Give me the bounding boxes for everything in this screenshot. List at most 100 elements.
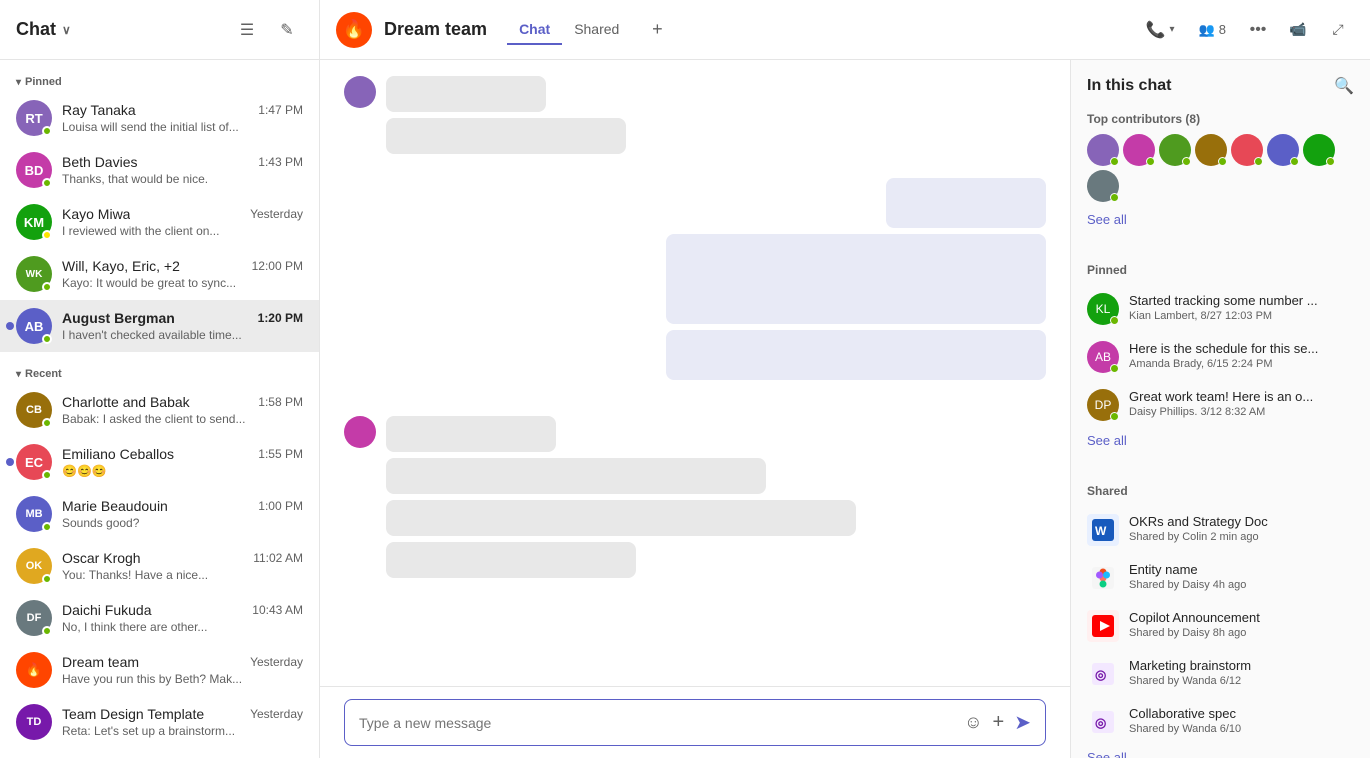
see-all-contributors-link[interactable]: See all bbox=[1087, 208, 1354, 231]
chat-time: 1:58 PM bbox=[258, 395, 303, 409]
see-all-shared-link[interactable]: See all bbox=[1087, 746, 1354, 758]
message-row bbox=[344, 76, 1046, 154]
see-all-pinned-link[interactable]: See all bbox=[1087, 429, 1354, 452]
pinned-title: Started tracking some number ... bbox=[1129, 293, 1354, 308]
chat-preview: Babak: I asked the client to send... bbox=[62, 412, 303, 426]
chat-preview: I reviewed with the client on... bbox=[62, 224, 303, 238]
avatar: DP bbox=[1087, 389, 1119, 421]
tab-chat[interactable]: Chat bbox=[507, 15, 562, 45]
send-button[interactable]: ➤ bbox=[1014, 710, 1031, 735]
shared-section-label: Shared bbox=[1087, 484, 1354, 498]
chat-time: 1:55 PM bbox=[258, 447, 303, 461]
pinned-info: Started tracking some number ... Kian La… bbox=[1129, 293, 1354, 322]
chat-preview: Have you run this by Beth? Mak... bbox=[62, 672, 303, 686]
list-item[interactable]: BD Beth Davies 1:43 PM Thanks, that woul… bbox=[0, 144, 319, 196]
message-bubble bbox=[666, 234, 1046, 324]
right-panel-title: In this chat bbox=[1087, 77, 1171, 95]
chat-messages-area: ☺ + ➤ bbox=[320, 60, 1070, 758]
status-dot bbox=[1182, 157, 1191, 166]
chat-time: Yesterday bbox=[250, 207, 303, 221]
people-icon: 👥 bbox=[1199, 22, 1215, 38]
message-bubble bbox=[386, 500, 856, 536]
avatar: MB bbox=[16, 496, 52, 532]
pinned-item[interactable]: AB Here is the schedule for this se... A… bbox=[1087, 333, 1354, 381]
contributor-avatar bbox=[1231, 134, 1263, 166]
list-item[interactable]: OK Oscar Krogh 11:02 AM You: Thanks! Hav… bbox=[0, 540, 319, 592]
shared-item[interactable]: Copilot Announcement Shared by Daisy 8h … bbox=[1087, 602, 1354, 650]
group-avatar: 🔥 bbox=[336, 12, 372, 48]
message-input[interactable] bbox=[359, 715, 954, 731]
popout-icon[interactable]: ⤢ bbox=[1322, 14, 1354, 46]
new-chat-icon[interactable]: ✎ bbox=[271, 14, 303, 46]
phone-icon: 📞 bbox=[1146, 20, 1166, 40]
tab-shared[interactable]: Shared bbox=[562, 15, 631, 45]
pinned-item[interactable]: KL Started tracking some number ... Kian… bbox=[1087, 285, 1354, 333]
status-dot bbox=[1110, 316, 1119, 325]
search-icon[interactable]: 🔍 bbox=[1334, 76, 1354, 96]
list-item[interactable]: TD Team Design Template Yesterday Reta: … bbox=[0, 696, 319, 748]
contributor-avatar bbox=[1087, 170, 1119, 202]
avatar: RT bbox=[16, 100, 52, 136]
shared-file-meta: Shared by Wanda 6/12 bbox=[1129, 675, 1354, 687]
list-item[interactable]: AB August Bergman 1:20 PM I haven't chec… bbox=[0, 300, 319, 352]
list-item[interactable]: 🔥 Dream team Yesterday Have you run this… bbox=[0, 644, 319, 696]
chat-time: 1:43 PM bbox=[258, 155, 303, 169]
shared-file-meta: Shared by Wanda 6/10 bbox=[1129, 723, 1354, 735]
status-dot bbox=[42, 282, 52, 292]
chat-info: Charlotte and Babak 1:58 PM Babak: I ask… bbox=[62, 394, 303, 426]
shared-file-info: Collaborative spec Shared by Wanda 6/10 bbox=[1129, 706, 1354, 735]
shared-item[interactable]: W OKRs and Strategy Doc Shared by Colin … bbox=[1087, 506, 1354, 554]
list-item[interactable]: RT Ray Tanaka 1:47 PM Louisa will send t… bbox=[0, 92, 319, 144]
chat-time: 12:00 PM bbox=[252, 259, 303, 273]
emoji-button[interactable]: ☺ bbox=[964, 712, 982, 733]
chat-name: Team Design Template bbox=[62, 706, 204, 722]
shared-file-title: Copilot Announcement bbox=[1129, 610, 1354, 625]
avatar: KL bbox=[1087, 293, 1119, 325]
avatar: WK bbox=[16, 256, 52, 292]
chat-time: 1:00 PM bbox=[258, 499, 303, 513]
list-item[interactable]: EC Emiliano Ceballos 1:55 PM 😊😊😊 bbox=[0, 436, 319, 488]
chat-name: Daichi Fukuda bbox=[62, 602, 152, 618]
more-options-button[interactable]: ••• bbox=[1242, 14, 1274, 46]
contributor-avatar bbox=[1123, 134, 1155, 166]
status-dot bbox=[42, 574, 52, 584]
status-dot bbox=[1146, 157, 1155, 166]
status-dot bbox=[1326, 157, 1335, 166]
meeting-icon[interactable]: 📹 bbox=[1282, 14, 1314, 46]
participants-button[interactable]: 👥 8 bbox=[1191, 18, 1234, 42]
pinned-meta: Amanda Brady, 6/15 2:24 PM bbox=[1129, 358, 1354, 370]
add-tab-button[interactable]: + bbox=[643, 16, 671, 44]
shared-item[interactable]: ◎ Marketing brainstorm Shared by Wanda 6… bbox=[1087, 650, 1354, 698]
shared-file-title: OKRs and Strategy Doc bbox=[1129, 514, 1354, 529]
add-attachment-button[interactable]: + bbox=[993, 711, 1005, 734]
pinned-meta: Daisy Phillips. 3/12 8:32 AM bbox=[1129, 406, 1354, 418]
list-item[interactable]: WK Will, Kayo, Eric, +2 12:00 PM Kayo: I… bbox=[0, 248, 319, 300]
chat-preview: Sounds good? bbox=[62, 516, 303, 530]
chat-name: Ray Tanaka bbox=[62, 102, 136, 118]
pinned-section-label: Pinned bbox=[1087, 263, 1354, 277]
pinned-info: Here is the schedule for this se... Aman… bbox=[1129, 341, 1354, 370]
list-item[interactable]: MB Marie Beaudouin 1:00 PM Sounds good? bbox=[0, 488, 319, 540]
shared-file-meta: Shared by Daisy 8h ago bbox=[1129, 627, 1354, 639]
message-row-right bbox=[344, 178, 1046, 380]
svg-text:◎: ◎ bbox=[1095, 715, 1106, 730]
call-button[interactable]: 📞 ▾ bbox=[1138, 16, 1183, 44]
chevron-down-icon[interactable]: ∨ bbox=[62, 23, 71, 37]
filter-icon[interactable]: ☰ bbox=[231, 14, 263, 46]
status-dot bbox=[1110, 193, 1119, 202]
sidebar: Chat ∨ ☰ ✎ ▾ Pinned RT bbox=[0, 0, 320, 758]
message-input-area: ☺ + ➤ bbox=[320, 686, 1070, 758]
shared-item[interactable]: Entity name Shared by Daisy 4h ago bbox=[1087, 554, 1354, 602]
pinned-title: Here is the schedule for this se... bbox=[1129, 341, 1354, 356]
shared-item[interactable]: ◎ Collaborative spec Shared by Wanda 6/1… bbox=[1087, 698, 1354, 746]
chat-time: Yesterday bbox=[250, 655, 303, 669]
list-item[interactable]: KM Kayo Miwa Yesterday I reviewed with t… bbox=[0, 196, 319, 248]
list-item[interactable]: DF Daichi Fukuda 10:43 AM No, I think th… bbox=[0, 592, 319, 644]
list-item[interactable]: CB Charlotte and Babak 1:58 PM Babak: I … bbox=[0, 384, 319, 436]
shared-file-info: Copilot Announcement Shared by Daisy 8h … bbox=[1129, 610, 1354, 639]
contributor-avatar bbox=[1195, 134, 1227, 166]
svg-text:W: W bbox=[1095, 524, 1107, 538]
chat-name: August Bergman bbox=[62, 310, 175, 326]
pinned-item[interactable]: DP Great work team! Here is an o... Dais… bbox=[1087, 381, 1354, 429]
pinned-info: Great work team! Here is an o... Daisy P… bbox=[1129, 389, 1354, 418]
